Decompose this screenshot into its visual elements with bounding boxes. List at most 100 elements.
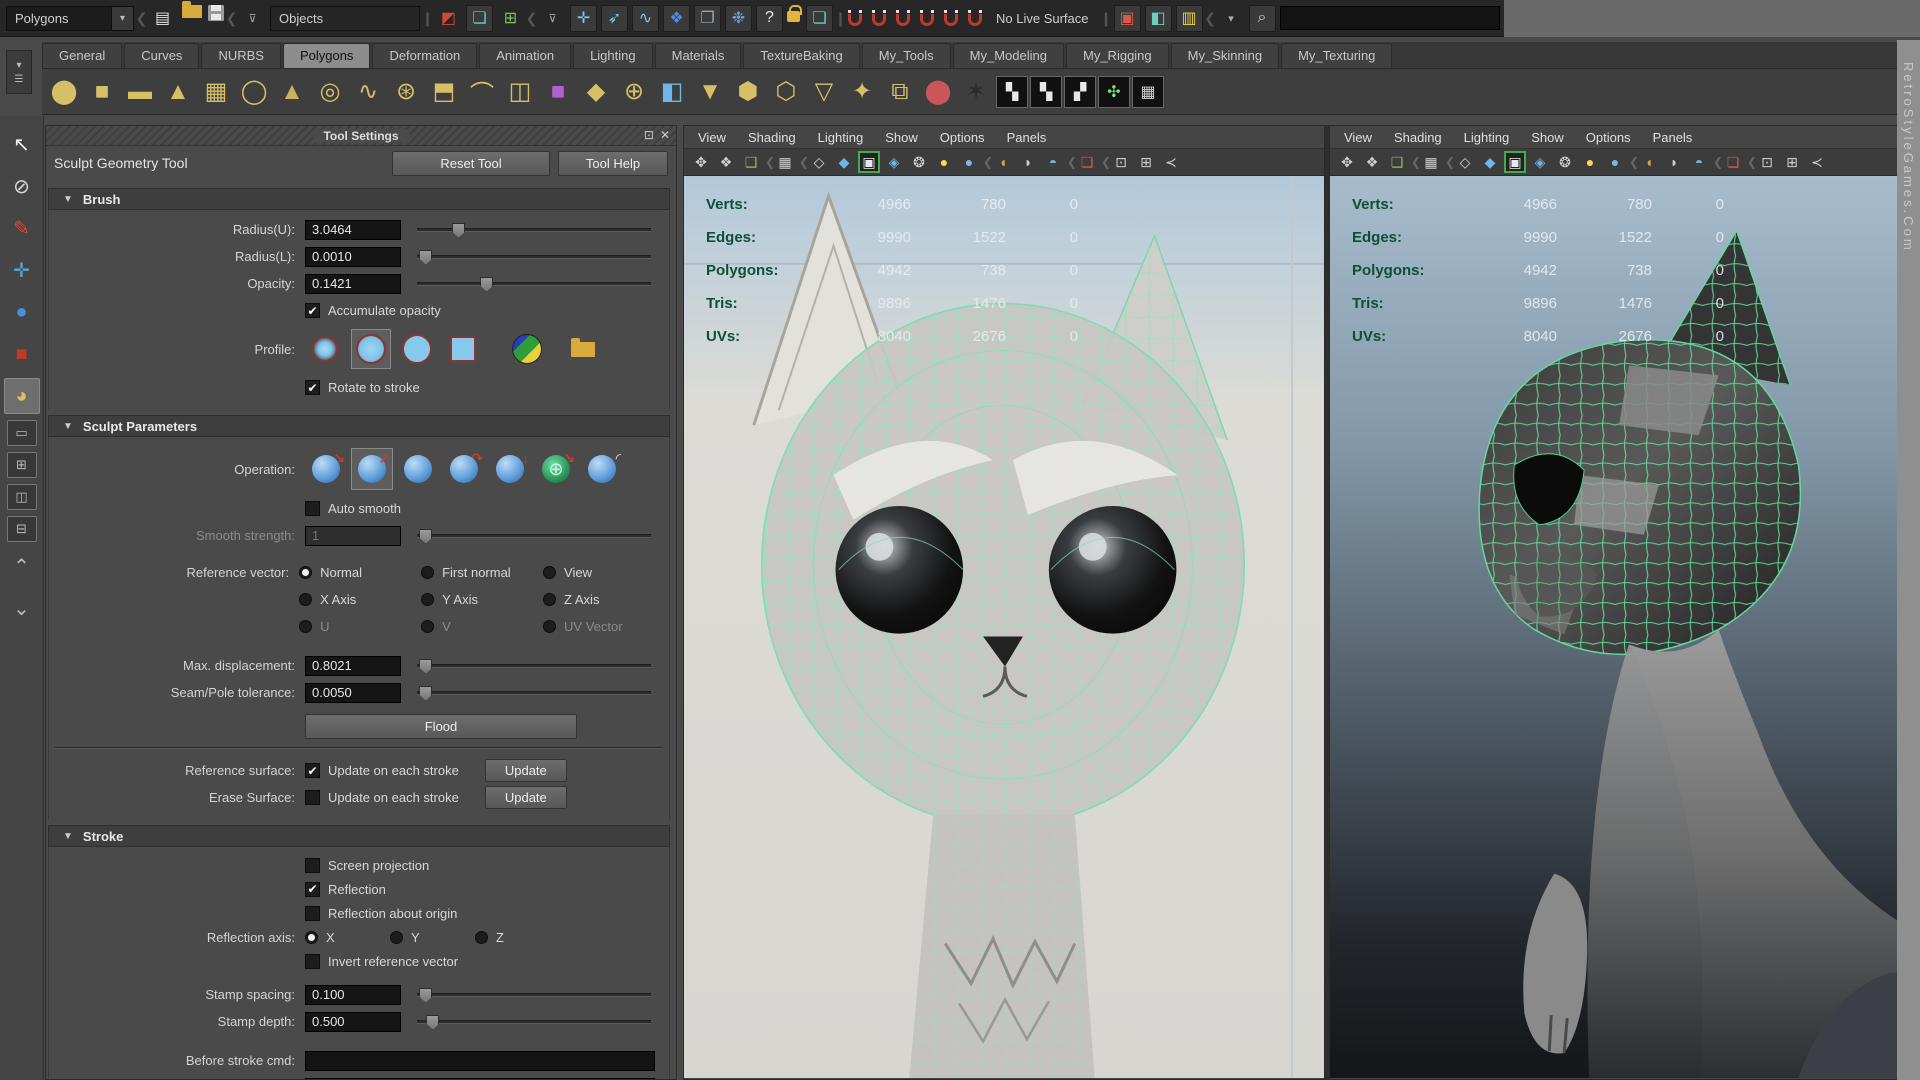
pane-scroll-up-icon[interactable]: ⌃ [4, 548, 40, 584]
poly-prism-icon[interactable]: ▲ [274, 73, 310, 111]
shelf-tab-my-rigging[interactable]: My_Rigging [1066, 43, 1169, 68]
lasso-tool-icon[interactable]: ⊘ [4, 168, 40, 204]
sculpt-erase-operation-icon[interactable]: ⊕↘ [535, 448, 577, 490]
wireframe-mode-icon[interactable]: ◇ [1454, 151, 1476, 173]
four-pane-layout-button[interactable]: ⊞ [7, 452, 37, 478]
search-icon[interactable]: ⌕ [1249, 5, 1276, 32]
profile-gaussian-icon[interactable] [351, 329, 391, 369]
use-all-lights-icon[interactable]: ❂ [1554, 151, 1576, 173]
snap-view-icon[interactable]: ❐ [694, 5, 721, 32]
poly-torus-icon[interactable]: ◯ [236, 73, 272, 111]
radius-u-field[interactable] [305, 220, 401, 240]
select-tool-icon[interactable]: ↖ [4, 126, 40, 162]
sculpt-parameters-section-header[interactable]: ▼ Sculpt Parameters [48, 415, 670, 437]
brush-section-header[interactable]: ▼ Brush [48, 188, 670, 210]
uv-grid-icon[interactable]: ▦ [1132, 76, 1164, 108]
radius-l-slider[interactable] [417, 255, 651, 259]
reflection-checkbox[interactable]: ✔ [305, 882, 320, 897]
sculpt-smooth-operation-icon[interactable]: ◌ [397, 448, 439, 490]
paint-select-tool-icon[interactable]: ✎ [4, 210, 40, 246]
viewport-menu-lighting[interactable]: Lighting [1464, 130, 1510, 145]
motion-blur-icon[interactable]: ◗ [1017, 151, 1039, 173]
stamp-depth-field[interactable] [305, 1012, 401, 1032]
snap-move-icon[interactable]: ✛ [570, 5, 597, 32]
shelf-menu-button[interactable]: ▾☰ [6, 50, 32, 94]
reduce-icon[interactable]: ▽ [806, 73, 842, 111]
shadows-icon[interactable]: ● [1604, 151, 1626, 173]
boolean-diff-icon[interactable]: ⬡ [768, 73, 804, 111]
camera-attributes-icon[interactable]: ✥ [690, 151, 712, 173]
viewport-menu-lighting[interactable]: Lighting [818, 130, 864, 145]
single-pane-layout-button[interactable]: ▭ [7, 420, 37, 446]
ambient-occlusion-icon[interactable]: ◖ [1638, 151, 1660, 173]
dock-panel-icon[interactable]: ⊡ [644, 128, 654, 142]
profile-file-sphere-icon[interactable] [507, 329, 547, 369]
shadows-icon[interactable]: ● [958, 151, 980, 173]
render-view-icon[interactable]: ▣ [1114, 5, 1141, 32]
rotate-to-stroke-checkbox[interactable]: ✔ [305, 380, 320, 395]
image-plane-icon[interactable]: ❑ [740, 151, 762, 173]
tool-settings-titlebar[interactable]: Tool Settings ⊡ ✕ [46, 126, 676, 146]
shelf-tab-my-modeling[interactable]: My_Modeling [953, 43, 1064, 68]
front-viewport-canvas[interactable]: Verts:49667800 Edges:999015220 Polygons:… [684, 176, 1324, 1079]
poly-helix-icon[interactable]: ∿ [350, 73, 386, 111]
checker-1-icon[interactable]: ▚ [996, 76, 1028, 108]
rv-normal-radio[interactable] [299, 566, 312, 579]
snap-to-curves-icon[interactable] [872, 14, 886, 26]
shelf-tab-my-tools[interactable]: My_Tools [862, 43, 951, 68]
screen-projection-checkbox[interactable] [305, 858, 320, 873]
checker-4-icon[interactable]: ✣ [1098, 76, 1130, 108]
viewport-menu-panels[interactable]: Panels [1653, 130, 1693, 145]
snap-to-projected-center-icon[interactable] [920, 14, 934, 26]
shelf-tab-animation[interactable]: Animation [479, 43, 571, 68]
viewport-menu-shading[interactable]: Shading [1394, 130, 1442, 145]
pane-scroll-down-icon[interactable]: ⌄ [4, 590, 40, 626]
ambient-occlusion-icon[interactable]: ◖ [992, 151, 1014, 173]
quad-draw-icon[interactable]: ✦ [844, 73, 880, 111]
viewport-menu-show[interactable]: Show [885, 130, 918, 145]
menu-set-dropdown[interactable]: Polygons ▾ [6, 6, 134, 31]
bookmark-icon[interactable]: ❖ [1361, 151, 1383, 173]
checker-2-icon[interactable]: ▚ [1030, 76, 1062, 108]
gate-mask-icon[interactable]: ≺ [1806, 151, 1828, 173]
rv-first-normal-radio[interactable] [421, 566, 434, 579]
textured-mode-icon[interactable]: ▣ [1504, 151, 1526, 173]
viewport-menu-view[interactable]: View [1344, 130, 1372, 145]
shelf-tab-deformation[interactable]: Deformation [372, 43, 477, 68]
quick-search-input[interactable] [1280, 6, 1500, 30]
bookmark-icon[interactable]: ❖ [715, 151, 737, 173]
wireframe-mode-icon[interactable]: ◇ [808, 151, 830, 173]
resolution-gate-icon[interactable]: ⊞ [1781, 151, 1803, 173]
stamp-spacing-field[interactable] [305, 985, 401, 1005]
sculpt-relax-operation-icon[interactable]: ↷ [443, 448, 485, 490]
resolution-gate-icon[interactable]: ⊞ [1135, 151, 1157, 173]
sculpt-geometry-tool-icon[interactable]: ◕ [4, 378, 40, 414]
default-light-icon[interactable]: ● [933, 151, 955, 173]
before-stroke-cmd-input[interactable] [305, 1051, 655, 1071]
reflection-axis-z-radio[interactable] [475, 931, 488, 944]
rotate-tool-icon[interactable]: ● [4, 294, 40, 330]
shelf-tab-materials[interactable]: Materials [655, 43, 742, 68]
seam-pole-tolerance-slider[interactable] [417, 691, 651, 695]
highlight-selection-icon[interactable]: ❏ [806, 5, 833, 32]
isolate-select-icon[interactable]: ❏ [1076, 151, 1098, 173]
textured-mode-icon[interactable]: ▣ [858, 151, 880, 173]
flood-button[interactable]: Flood [305, 714, 577, 739]
ipr-render-icon[interactable]: ▥ [1176, 5, 1203, 32]
poly-sphere-icon[interactable]: ⬤ [46, 73, 82, 111]
gate-mask-icon[interactable]: ≺ [1160, 151, 1182, 173]
help-icon[interactable]: ? [756, 5, 783, 32]
shaded-mode-icon[interactable]: ◆ [1479, 151, 1501, 173]
camera-attributes-icon[interactable]: ✥ [1336, 151, 1358, 173]
rv-view-radio[interactable] [543, 566, 556, 579]
snap-surface-icon[interactable]: ❉ [725, 5, 752, 32]
opacity-slider[interactable] [417, 282, 651, 286]
grid-icon[interactable]: ▦ [774, 151, 796, 173]
chevron-down-icon[interactable]: ▾ [1218, 5, 1245, 32]
accumulate-opacity-checkbox[interactable]: ✔ [305, 303, 320, 318]
poly-cylinder-icon[interactable]: ▬ [122, 73, 158, 111]
extrude-icon[interactable]: ⬒ [426, 73, 462, 111]
make-live-icon[interactable] [968, 14, 982, 26]
two-pane-side-layout-button[interactable]: ◫ [7, 484, 37, 510]
erase-surface-update-checkbox[interactable] [305, 790, 320, 805]
